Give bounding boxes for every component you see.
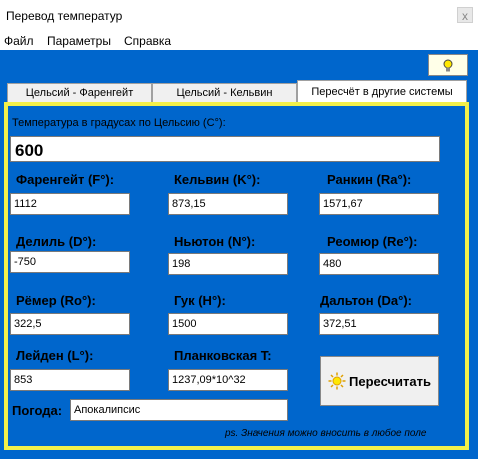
rankine-label: Ранкин (Ra°):: [327, 172, 412, 187]
planck-input[interactable]: 1237,09*10^32: [168, 369, 288, 391]
menu-help[interactable]: Справка: [124, 34, 171, 48]
menu-params[interactable]: Параметры: [47, 34, 111, 48]
fahrenheit-label: Фаренгейт (F°):: [16, 172, 115, 187]
hooke-label: Гук (H°):: [174, 293, 226, 308]
lightbulb-icon: [443, 59, 453, 72]
menu-file[interactable]: Файл: [4, 34, 34, 48]
celsius-label: Температура в градусах по Цельсию (C°):: [12, 117, 226, 129]
bulb-button[interactable]: [428, 54, 468, 76]
newton-input[interactable]: 198: [168, 253, 288, 275]
recalculate-button[interactable]: Пересчитать: [320, 356, 439, 406]
newton-label: Ньютон (N°):: [174, 234, 256, 249]
planck-label: Планковская T:: [174, 348, 272, 363]
recalculate-label: Пересчитать: [349, 373, 431, 389]
close-button[interactable]: x: [457, 7, 473, 23]
reaumur-input[interactable]: 480: [319, 253, 439, 275]
dalton-label: Дальтон (Da°):: [320, 293, 413, 308]
window-title: Перевод температур: [6, 9, 123, 23]
hooke-input[interactable]: 1500: [168, 313, 288, 335]
reaumur-label: Реомюр (Re°):: [327, 234, 418, 249]
tab-other-systems[interactable]: Пересчёт в другие системы: [297, 80, 467, 103]
celsius-input[interactable]: 600: [10, 136, 440, 162]
leiden-input[interactable]: 853: [10, 369, 130, 391]
sun-icon: [328, 372, 346, 390]
delisle-label: Делиль (D°):: [16, 234, 97, 249]
fahrenheit-input[interactable]: 1112: [10, 193, 130, 215]
kelvin-label: Кельвин (K°):: [174, 172, 261, 187]
kelvin-input[interactable]: 873,15: [168, 193, 288, 215]
tab-celsius-fahrenheit[interactable]: Цельсий - Фаренгейт: [7, 83, 152, 103]
romer-label: Рёмер (Ro°):: [16, 293, 96, 308]
hint-note: ps. Значения можно вносить в любое поле: [225, 428, 427, 439]
tab-celsius-kelvin[interactable]: Цельсий - Кельвин: [152, 83, 297, 103]
romer-input[interactable]: 322,5: [10, 313, 130, 335]
leiden-label: Лейден (L°):: [16, 348, 94, 363]
weather-label: Погода:: [12, 403, 63, 418]
dalton-input[interactable]: 372,51: [319, 313, 439, 335]
weather-input[interactable]: Апокалипсис: [70, 399, 288, 421]
delisle-input[interactable]: -750: [10, 251, 130, 273]
rankine-input[interactable]: 1571,67: [319, 193, 439, 215]
